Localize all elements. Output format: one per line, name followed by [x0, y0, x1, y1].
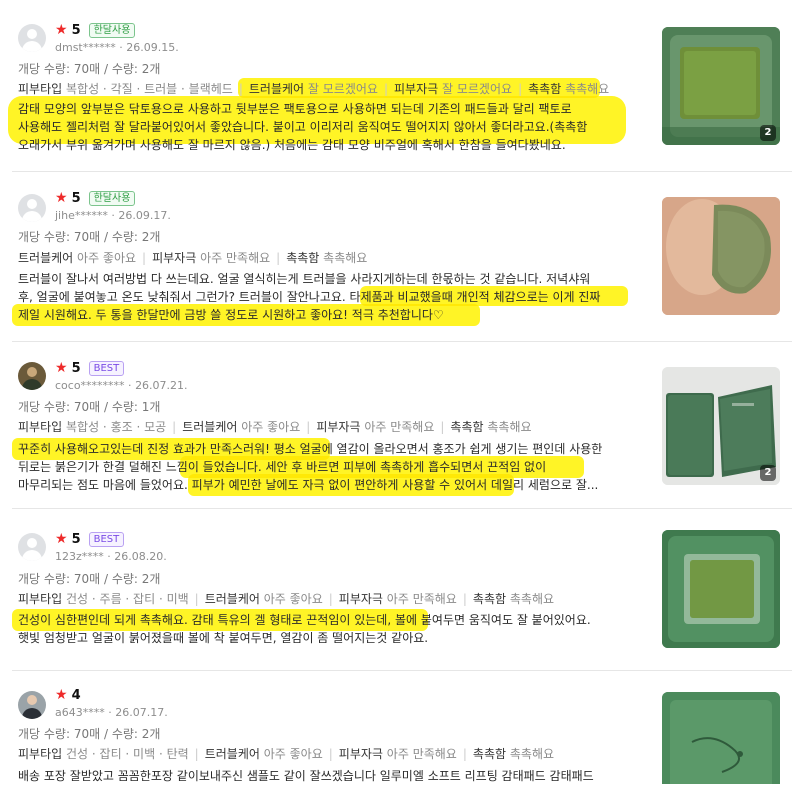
review-photo[interactable] — [662, 692, 780, 784]
avatar — [18, 691, 46, 719]
review-card: ★ 5 BEST coco******** · 26.07.21. 개당 수량:… — [0, 342, 809, 506]
review-tags: 피부타입 건성 · 잡티 · 미백 · 탄력 | 트러블케어 아주 좋아요 | 피부자극… — [18, 747, 555, 761]
quantity-info: 개당 수량: 70매 / 수량: 2개 — [18, 230, 161, 244]
rating-score: 5 — [71, 190, 81, 206]
review-date: 26.09.15. — [126, 41, 179, 54]
username: 123z**** — [55, 550, 104, 563]
star-icon: ★ — [55, 22, 68, 38]
user-meta: 123z**** · 26.08.20. — [55, 550, 167, 563]
quantity-info: 개당 수량: 70매 / 수량: 2개 — [18, 727, 161, 741]
status-badge: 한달사용 — [88, 190, 136, 206]
username: jihe****** — [55, 209, 108, 222]
review-date: 26.07.17. — [115, 706, 168, 719]
rating-score: 5 — [71, 22, 81, 38]
review-photo[interactable]: 2 — [662, 27, 780, 145]
quantity-info: 개당 수량: 70매 / 수량: 2개 — [18, 62, 161, 76]
review-text: 배송 포장 잘받았고 꼼꼼한포장 같이보내주신 샘플도 같이 잘쓰겠습니다 일루… — [18, 769, 594, 783]
rating: ★ 4 — [55, 687, 81, 703]
review-date: 26.07.21. — [135, 379, 188, 392]
star-icon: ★ — [55, 360, 68, 376]
review-text: 건성이 심한편인데 되게 촉촉해요. 감태 특유의 겔 형태로 끈적임이 있는데… — [18, 613, 591, 645]
rating: ★ 5 한달사용 — [55, 22, 136, 38]
review-tags: 피부타입 복합성 · 각질 · 트러블 · 블랙헤드 | 트러블케어 잘 모르겠어요… — [18, 82, 610, 96]
rating: ★ 5 BEST — [55, 531, 125, 547]
avatar — [18, 362, 46, 390]
review-text: 감태 모양의 앞부분은 닦토용으로 사용하고 뒷부분은 팩토용으로 사용하면 되… — [18, 102, 588, 152]
review-card: ★ 5 한달사용 jihe****** · 26.09.17. 개당 수량: 7… — [0, 172, 809, 340]
review-tags: 트러블케어 아주 좋아요 | 피부자극 아주 만족해요 | 촉촉함 촉촉해요 — [18, 251, 368, 265]
avatar — [18, 194, 46, 222]
username: dmst****** — [55, 41, 116, 54]
rating: ★ 5 BEST — [55, 360, 125, 376]
photo-count: 2 — [760, 465, 776, 481]
review-text: 꾸준히 사용해오고있는데 진정 효과가 만족스러워! 평소 얼굴에 열감이 올라… — [18, 442, 603, 492]
review-tags: 피부타입 건성 · 주름 · 잡티 · 미백 | 트러블케어 아주 좋아요 | 피부자극… — [18, 592, 555, 606]
best-badge: BEST — [88, 531, 125, 547]
avatar — [18, 24, 46, 52]
rating-score: 5 — [71, 360, 81, 376]
review-photo[interactable] — [662, 197, 780, 315]
review-date: 26.09.17. — [118, 209, 171, 222]
star-icon: ★ — [55, 531, 68, 547]
user-meta: jihe****** · 26.09.17. — [55, 209, 171, 222]
review-text: 트러블이 잘나서 여러방법 다 쓰는데요. 얼굴 열식히는게 트러블을 사라지게… — [18, 272, 601, 322]
star-icon: ★ — [55, 687, 68, 703]
review-photo[interactable]: 2 — [662, 367, 780, 485]
quantity-info: 개당 수량: 70매 / 수량: 1개 — [18, 400, 161, 414]
status-badge: 한달사용 — [88, 22, 136, 38]
user-meta: coco******** · 26.07.21. — [55, 379, 188, 392]
review-card: ★ 5 한달사용 dmst****** · 26.09.15. 개당 수량: 7… — [0, 0, 809, 172]
review-card: ★ 4 a643**** · 26.07.17. 개당 수량: 70매 / 수량… — [0, 671, 809, 784]
username: coco******** — [55, 379, 125, 392]
quantity-info: 개당 수량: 70매 / 수량: 2개 — [18, 572, 161, 586]
review-photo[interactable] — [662, 530, 780, 648]
username: a643**** — [55, 706, 105, 719]
avatar — [18, 533, 46, 561]
user-meta: dmst****** · 26.09.15. — [55, 41, 179, 54]
photo-count: 2 — [760, 125, 776, 141]
user-meta: a643**** · 26.07.17. — [55, 706, 168, 719]
star-icon: ★ — [55, 190, 68, 206]
review-card: ★ 5 BEST 123z**** · 26.08.20. 개당 수량: 70매… — [0, 509, 809, 669]
rating: ★ 5 한달사용 — [55, 190, 136, 206]
best-badge: BEST — [88, 360, 125, 376]
rating-score: 4 — [71, 687, 81, 703]
review-tags: 피부타입 복합성 · 홍조 · 모공 | 트러블케어 아주 좋아요 | 피부자극 아주 … — [18, 420, 532, 434]
review-date: 26.08.20. — [114, 550, 167, 563]
rating-score: 5 — [71, 531, 81, 547]
